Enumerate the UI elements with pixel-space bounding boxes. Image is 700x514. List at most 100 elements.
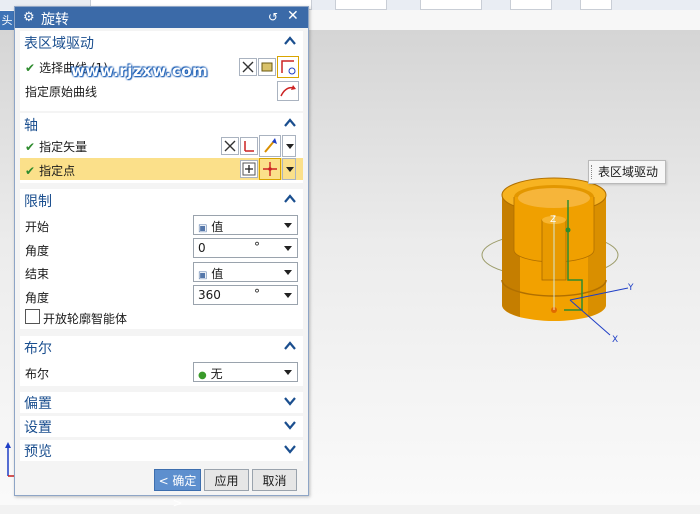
section-title: 布尔 bbox=[24, 341, 52, 357]
cancel-button[interactable]: 取消 bbox=[252, 469, 297, 491]
section-title: 限制 bbox=[24, 194, 52, 210]
vector-pick-icon bbox=[264, 138, 277, 153]
end-mode-select[interactable]: ▣ 值 bbox=[193, 262, 298, 282]
point-crosshair-icon bbox=[263, 162, 277, 176]
open-profile-checkbox[interactable] bbox=[25, 309, 40, 324]
check-icon: ✔ bbox=[25, 140, 36, 154]
revolve-dialog: ⚙ 旋转 ↺ ✕ 表区域驱动 ✔ 选择曲线 (1) 指定原始曲线 轴 ✔ 指定矢量 bbox=[14, 6, 309, 510]
start-angle-value: 0 bbox=[198, 241, 206, 255]
point-type-button[interactable] bbox=[259, 158, 281, 180]
point-dialog-button[interactable] bbox=[240, 160, 258, 178]
dropdown-arrow-icon bbox=[284, 270, 292, 275]
crossed-arrows-icon bbox=[224, 140, 236, 152]
curve-arrow-icon bbox=[280, 85, 296, 97]
dropdown-arrow-icon bbox=[284, 223, 292, 228]
section-title: 偏置 bbox=[24, 396, 52, 412]
dropdown-arrow-icon bbox=[284, 246, 292, 251]
end-angle-label: 角度 bbox=[25, 291, 50, 305]
specify-point-row[interactable]: ✔ 指定点 bbox=[25, 162, 75, 179]
ribbon-field[interactable] bbox=[335, 0, 387, 10]
end-mode-value: ▣ 值 bbox=[198, 265, 223, 282]
chevron-up-icon[interactable] bbox=[283, 192, 297, 206]
ok-button[interactable]: < 确定 > bbox=[154, 469, 201, 510]
reset-icon[interactable]: ↺ bbox=[268, 10, 278, 24]
vector-dialog-button[interactable] bbox=[240, 137, 258, 155]
sketch-icon bbox=[261, 62, 273, 72]
dropdown-arrow-icon bbox=[284, 293, 292, 298]
select-curve-button[interactable] bbox=[277, 56, 299, 78]
close-icon[interactable]: ✕ bbox=[287, 8, 299, 24]
section-header-surface-drive[interactable]: 表区域驱动 bbox=[20, 31, 303, 53]
dropdown-arrow-icon bbox=[286, 167, 294, 172]
value-icon: ▣ bbox=[198, 270, 208, 281]
specify-original-curve-button[interactable] bbox=[277, 81, 299, 101]
start-mode-select[interactable]: ▣ 值 bbox=[193, 215, 298, 235]
boolean-select[interactable]: ● 无 bbox=[193, 362, 298, 382]
gear-icon[interactable]: ⚙ bbox=[23, 10, 35, 25]
dialog-title: 旋转 bbox=[41, 12, 69, 28]
revolved-model[interactable]: Y X Z bbox=[480, 160, 640, 350]
dropdown-arrow-icon bbox=[286, 144, 294, 149]
curve-select-icon bbox=[281, 60, 296, 75]
start-angle-input[interactable]: 0 ° bbox=[193, 238, 298, 258]
end-mode-text: 值 bbox=[211, 267, 224, 281]
document-tab[interactable]: 头 bbox=[0, 11, 14, 30]
chevron-up-icon[interactable] bbox=[283, 339, 297, 353]
specify-point-label: 指定点 bbox=[39, 164, 76, 178]
boolean-label: 布尔 bbox=[25, 367, 50, 381]
boolean-none-icon: ● bbox=[198, 370, 207, 381]
specify-vector-label: 指定矢量 bbox=[39, 140, 88, 154]
section-header-boolean[interactable]: 布尔 bbox=[20, 336, 303, 358]
section-header-offset[interactable]: 偏置 bbox=[20, 392, 303, 413]
axis-label-x: X bbox=[612, 335, 618, 345]
check-icon: ✔ bbox=[25, 61, 36, 75]
open-profile-label: 开放轮廓智能体 bbox=[43, 312, 128, 326]
vector-type-button[interactable] bbox=[259, 135, 281, 157]
check-icon: ✔ bbox=[25, 164, 36, 178]
boolean-value: ● 无 bbox=[198, 365, 223, 382]
end-label: 结束 bbox=[25, 267, 50, 281]
dialog-title-bar[interactable]: ⚙ 旋转 ↺ ✕ bbox=[15, 7, 308, 28]
section-title: 表区域驱动 bbox=[24, 36, 94, 52]
chevron-up-icon[interactable] bbox=[283, 116, 297, 130]
apply-button[interactable]: 应用 bbox=[204, 469, 249, 491]
curve-rule-button[interactable] bbox=[239, 58, 257, 76]
chevron-down-icon[interactable] bbox=[283, 418, 297, 432]
value-icon: ▣ bbox=[198, 223, 208, 234]
start-mode-value: ▣ 值 bbox=[198, 218, 223, 235]
dropdown-arrow-icon bbox=[284, 370, 292, 375]
section-header-settings[interactable]: 设置 bbox=[20, 416, 303, 437]
section-header-limits[interactable]: 限制 bbox=[20, 189, 303, 211]
section-title: 设置 bbox=[24, 420, 52, 436]
point-plus-icon bbox=[242, 162, 256, 176]
section-title: 轴 bbox=[24, 118, 38, 134]
chevron-down-icon[interactable] bbox=[283, 442, 297, 456]
crossed-arrows-icon bbox=[242, 61, 254, 73]
chevron-down-icon[interactable] bbox=[283, 394, 297, 408]
point-type-dropdown[interactable] bbox=[282, 158, 296, 180]
vector-icon bbox=[244, 141, 254, 152]
ribbon-field[interactable] bbox=[420, 0, 482, 10]
ribbon-field[interactable] bbox=[510, 0, 552, 10]
ribbon-field[interactable] bbox=[580, 0, 612, 10]
chevron-up-icon[interactable] bbox=[283, 34, 297, 48]
sketch-button[interactable] bbox=[258, 58, 276, 76]
section-title: 预览 bbox=[24, 444, 52, 460]
end-angle-input[interactable]: 360 ° bbox=[193, 285, 298, 305]
reverse-direction-button[interactable] bbox=[221, 137, 239, 155]
tooltip-text: 表区域驱动 bbox=[598, 165, 659, 179]
start-mode-text: 值 bbox=[211, 220, 224, 234]
start-angle-label: 角度 bbox=[25, 244, 50, 258]
specify-original-curve-label: 指定原始曲线 bbox=[25, 85, 98, 99]
watermark: www.rjzxw.com bbox=[71, 62, 209, 80]
selection-tooltip: 表区域驱动 bbox=[588, 160, 667, 184]
vector-type-dropdown[interactable] bbox=[282, 135, 296, 157]
tooltip-grip bbox=[591, 165, 594, 179]
section-header-axis[interactable]: 轴 bbox=[20, 113, 303, 135]
angle-unit: ° bbox=[254, 287, 260, 301]
specify-vector-row[interactable]: ✔ 指定矢量 bbox=[25, 138, 87, 155]
angle-unit: ° bbox=[254, 240, 260, 254]
axis-label-y: Y bbox=[627, 283, 634, 293]
end-angle-value: 360 bbox=[198, 288, 221, 302]
section-header-preview[interactable]: 预览 bbox=[20, 440, 303, 461]
